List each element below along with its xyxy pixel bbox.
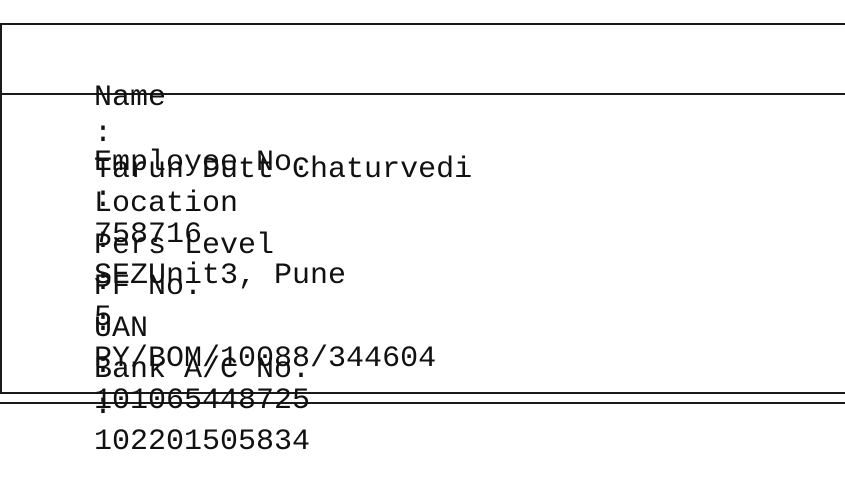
employee-no-row: Employee No. : 758716 xyxy=(22,109,346,252)
left-border xyxy=(0,23,2,394)
employee-details-box: Name : Tarun Dutt Chaturvedi Employee No… xyxy=(0,0,845,459)
name-row: Name : Tarun Dutt Chaturvedi xyxy=(22,44,472,187)
bank-ac-value: 102201505834 xyxy=(94,425,311,459)
bank-ac-separator: : xyxy=(94,389,113,423)
pers-level-row: Pers Level : 5 xyxy=(22,192,346,335)
pf-no-row: PF No. : PY/BOM/10088/344604 xyxy=(22,233,436,376)
bank-ac-label: Bank A/C No. xyxy=(94,353,311,387)
uan-row: UAN : 101065448725 xyxy=(22,275,346,418)
location-row: Location : SEZUnit3, Pune xyxy=(22,150,346,293)
top-border xyxy=(0,23,845,25)
bank-ac-row: Bank A/C No. : 102201505834 xyxy=(22,316,346,459)
